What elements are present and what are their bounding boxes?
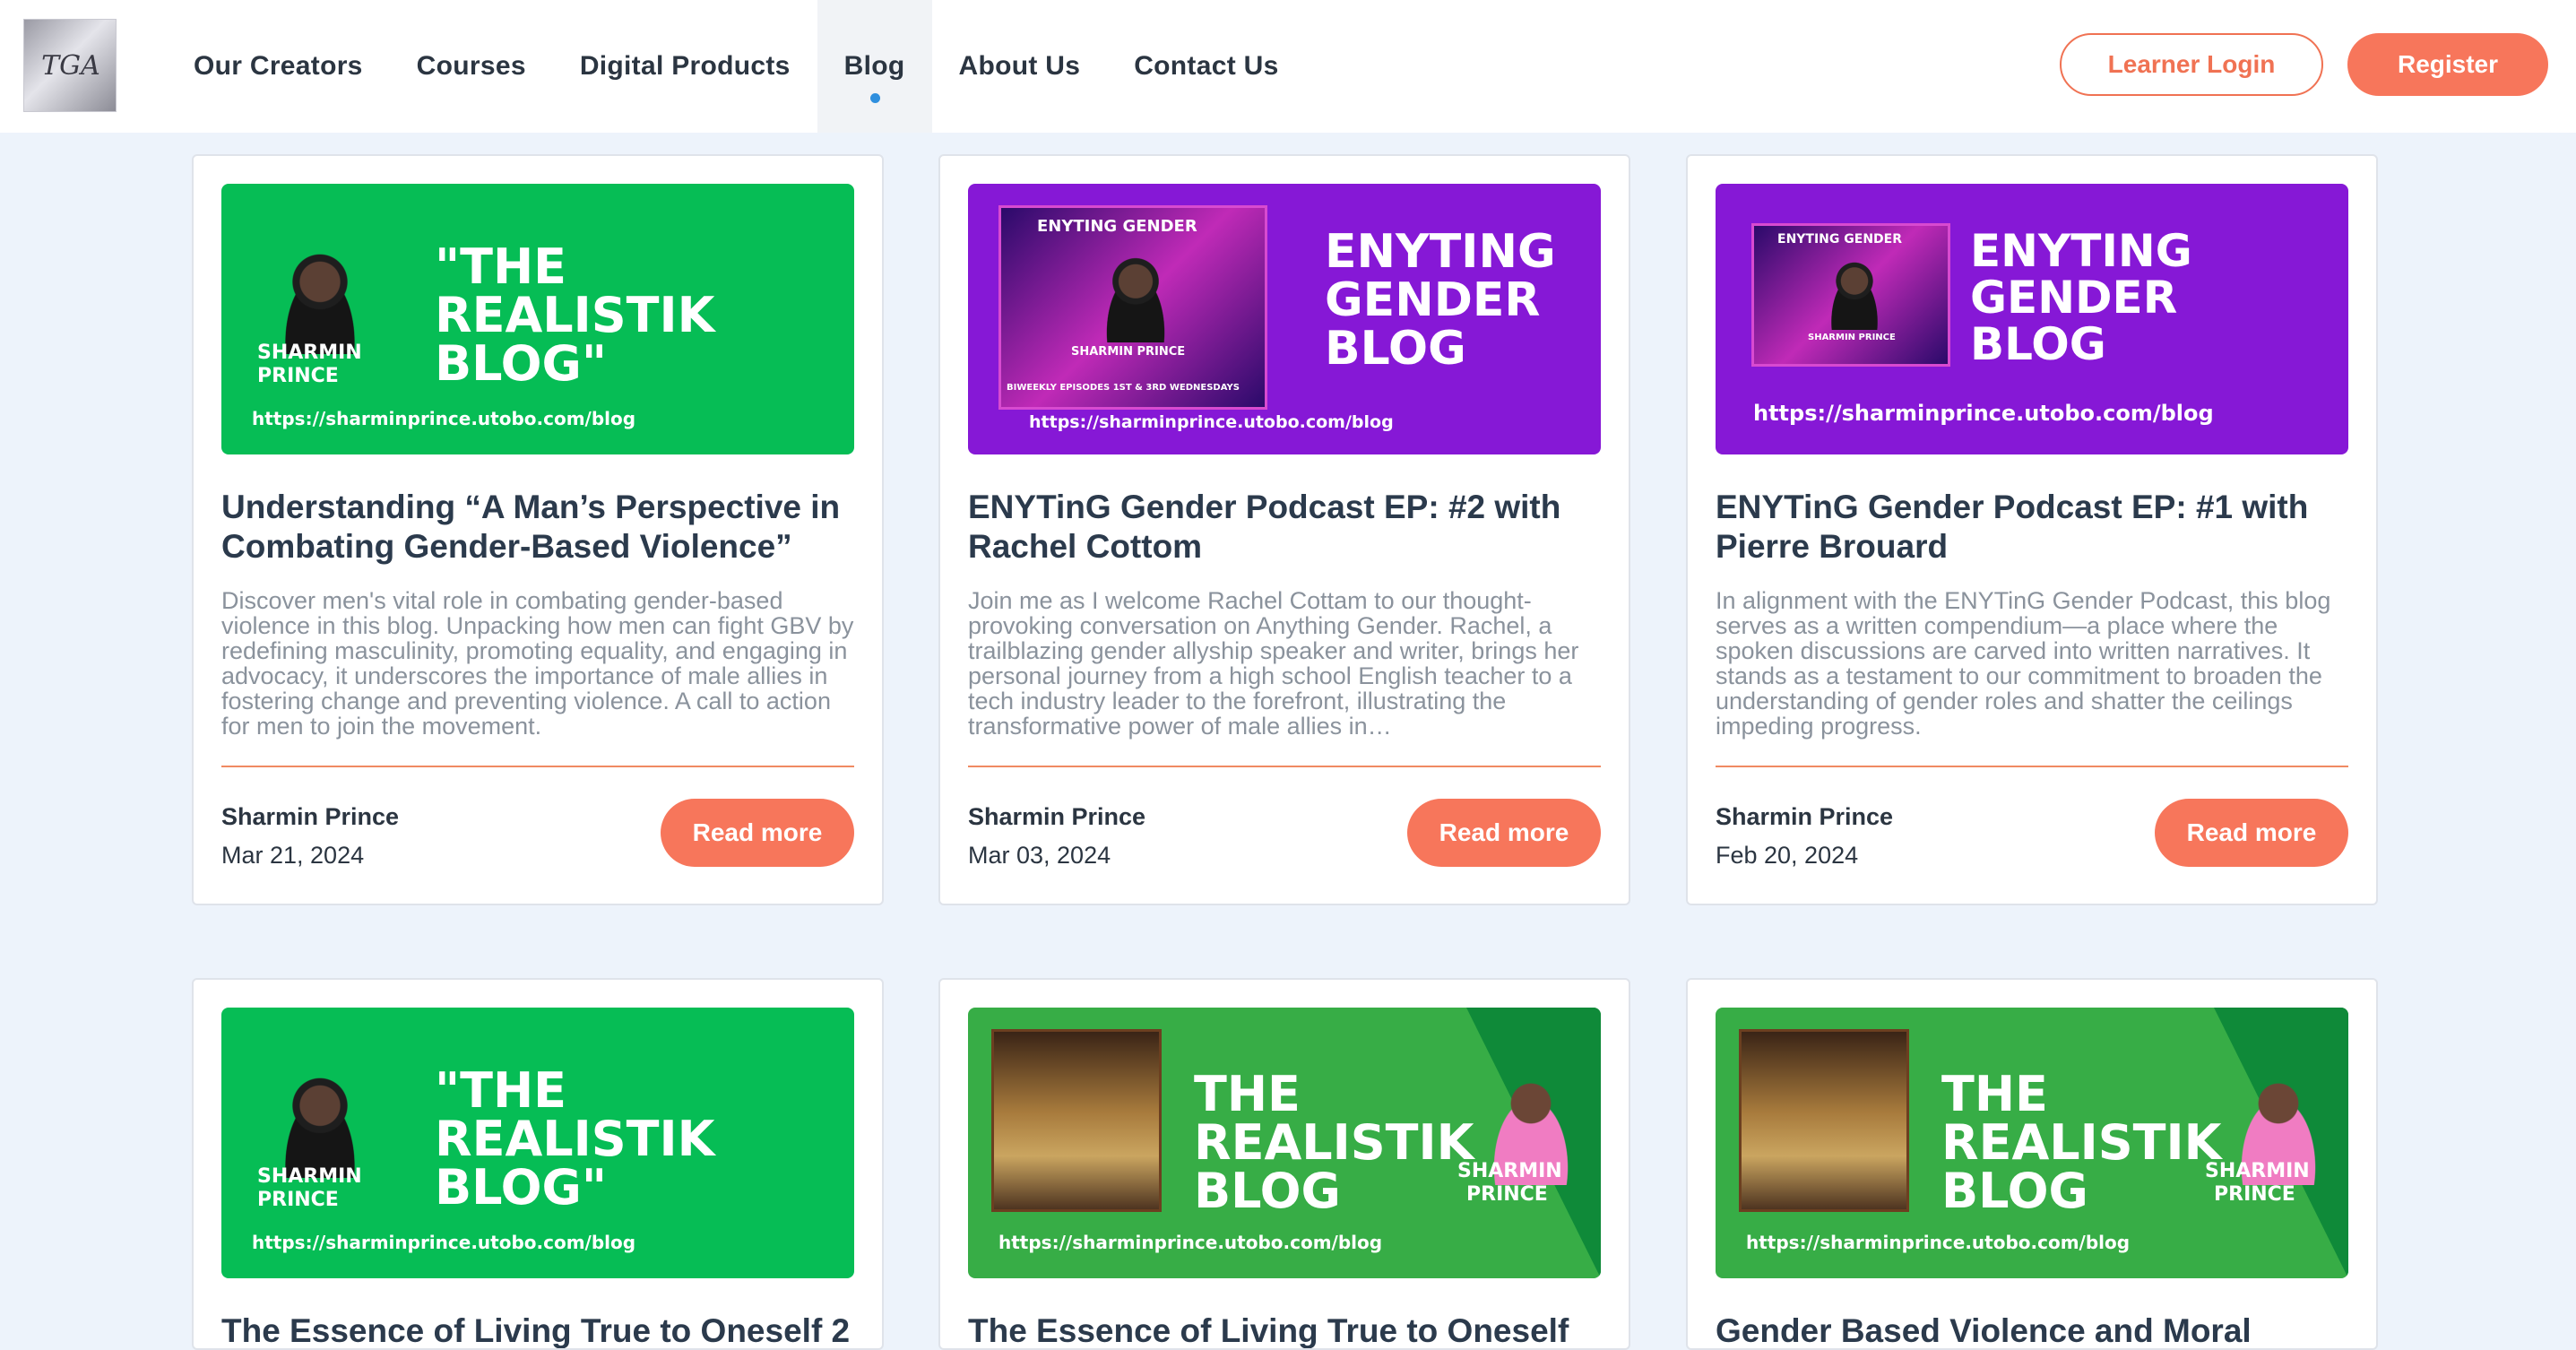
image-headline-line-2: REALISTIK xyxy=(1194,1114,1474,1171)
blog-card-image[interactable]: SHARMIN PRINCE "THE REALISTIK BLOG" http… xyxy=(221,1008,854,1278)
nav-item-contact-us[interactable]: Contact Us xyxy=(1107,0,1305,133)
blog-card-author: Sharmin Prince xyxy=(221,803,400,830)
image-name-line-2: PRINCE xyxy=(257,365,339,387)
blog-card: ENYTING GENDER SHARMIN PRINCE ENYTING GE… xyxy=(1686,154,2378,905)
author-photo xyxy=(266,238,374,354)
image-headline-line-3: BLOG xyxy=(1970,318,2106,370)
image-url: https://sharminprince.utobo.com/blog xyxy=(1746,1232,2131,1253)
image-headline-line-1: "THE xyxy=(435,238,567,295)
image-url: https://sharminprince.utobo.com/blog xyxy=(1753,401,2214,426)
image-name-line-1: SHARMIN xyxy=(257,1165,362,1188)
image-headline-line-3: BLOG xyxy=(1941,1163,2088,1219)
image-url: https://sharminprince.utobo.com/blog xyxy=(1029,412,1394,432)
nav-item-our-creators[interactable]: Our Creators xyxy=(167,0,390,133)
scene-photo xyxy=(991,1029,1162,1212)
author-photo xyxy=(1091,244,1180,342)
read-more-button[interactable]: Read more xyxy=(661,799,854,867)
blog-card-author: Sharmin Prince xyxy=(1716,803,1894,830)
podcast-poster: ENYTING GENDER SHARMIN PRINCE BIWEEKLY E… xyxy=(998,205,1267,410)
main-nav: Our Creators Courses Digital Products Bl… xyxy=(167,0,1306,133)
blog-card-image[interactable]: ENYTING GENDER SHARMIN PRINCE BIWEEKLY E… xyxy=(968,184,1601,454)
site-header: TGA Our Creators Courses Digital Product… xyxy=(0,0,2576,133)
poster-title: ENYTING GENDER xyxy=(1777,232,1902,247)
blog-card-image[interactable]: THE REALISTIK BLOG SHARMIN PRINCE https:… xyxy=(1716,1008,2348,1278)
image-headline-line-1: "THE xyxy=(435,1062,567,1119)
image-name-line-2: PRINCE xyxy=(257,1189,339,1211)
author-photo xyxy=(266,1061,374,1178)
blog-card-title[interactable]: Gender Based Violence and Moral xyxy=(1716,1311,2348,1348)
image-headline-line-1: THE xyxy=(1194,1066,1301,1122)
image-name-line-1: SHARMIN xyxy=(257,342,362,364)
image-headline-line-1: ENYTING xyxy=(1325,225,1556,279)
image-headline-line-1: THE xyxy=(1941,1066,2048,1122)
card-divider xyxy=(1716,766,2348,767)
card-divider xyxy=(221,766,854,767)
logo-monogram: TGA xyxy=(41,50,100,82)
read-more-button[interactable]: Read more xyxy=(1407,799,1601,867)
podcast-poster: ENYTING GENDER SHARMIN PRINCE xyxy=(1751,223,1950,367)
learner-login-button[interactable]: Learner Login xyxy=(2060,33,2323,96)
blog-card-date: Mar 21, 2024 xyxy=(221,842,365,869)
blog-card-date: Feb 20, 2024 xyxy=(1716,842,1859,869)
register-button[interactable]: Register xyxy=(2347,33,2548,96)
image-headline-line-3: BLOG xyxy=(1194,1163,1341,1219)
image-name-line-2: PRINCE xyxy=(1466,1183,1548,1206)
blog-card: THE REALISTIK BLOG SHARMIN PRINCE https:… xyxy=(938,978,1630,1350)
author-photo xyxy=(1819,251,1890,330)
blog-card: SHARMIN PRINCE "THE REALISTIK BLOG" http… xyxy=(192,978,884,1350)
blog-card-title[interactable]: ENYTinG Gender Podcast EP: #1 with Pierr… xyxy=(1716,488,2348,567)
blog-card: ENYTING GENDER SHARMIN PRINCE BIWEEKLY E… xyxy=(938,154,1630,905)
image-url: https://sharminprince.utobo.com/blog xyxy=(998,1232,1383,1253)
poster-title: ENYTING GENDER xyxy=(1037,217,1197,236)
image-headline-line-3: BLOG xyxy=(1325,322,1466,376)
image-headline-line-2: GENDER xyxy=(1325,273,1541,327)
image-url: https://sharminprince.utobo.com/blog xyxy=(252,408,636,429)
blog-card-date: Mar 03, 2024 xyxy=(968,842,1111,869)
blog-card-excerpt: In alignment with the ENYTinG Gender Pod… xyxy=(1716,588,2331,740)
image-name-line-1: SHARMIN xyxy=(2205,1160,2310,1182)
image-headline-line-3: BLOG" xyxy=(435,335,608,392)
card-divider xyxy=(968,766,1601,767)
image-name-line-2: PRINCE xyxy=(2214,1183,2295,1206)
nav-item-about-us[interactable]: About Us xyxy=(932,0,1108,133)
image-headline-line-3: BLOG" xyxy=(435,1159,608,1216)
blog-card-title[interactable]: The Essence of Living True to Oneself xyxy=(968,1311,1601,1348)
blog-card-excerpt: Join me as I welcome Rachel Cottam to ou… xyxy=(968,588,1579,740)
image-headline-line-1: ENYTING xyxy=(1970,225,2192,277)
poster-subtitle: SHARMIN PRINCE xyxy=(1071,345,1186,359)
blog-card-title[interactable]: Understanding “A Man’s Perspective in Co… xyxy=(221,488,854,567)
active-indicator-dot xyxy=(869,93,880,103)
scene-photo xyxy=(1739,1029,1909,1212)
blog-card-title[interactable]: The Essence of Living True to Oneself 2 xyxy=(221,1311,854,1348)
blog-card-image[interactable]: ENYTING GENDER SHARMIN PRINCE ENYTING GE… xyxy=(1716,184,2348,454)
poster-subtitle: SHARMIN PRINCE xyxy=(1808,333,1896,342)
blog-card-title[interactable]: ENYTinG Gender Podcast EP: #2 with Rache… xyxy=(968,488,1601,567)
read-more-button[interactable]: Read more xyxy=(2155,799,2348,867)
image-url: https://sharminprince.utobo.com/blog xyxy=(252,1232,636,1253)
site-logo[interactable]: TGA xyxy=(23,19,117,112)
blog-card-author: Sharmin Prince xyxy=(968,803,1146,830)
nav-item-courses[interactable]: Courses xyxy=(390,0,553,133)
nav-item-blog-label: Blog xyxy=(843,51,905,81)
poster-note: BIWEEKLY EPISODES 1ST & 3RD WEDNESDAYS xyxy=(1007,383,1240,393)
blog-card: SHARMIN PRINCE "THE REALISTIK BLOG" http… xyxy=(192,154,884,905)
image-headline-line-2: GENDER xyxy=(1970,272,2178,324)
blog-card-image[interactable]: SHARMIN PRINCE "THE REALISTIK BLOG" http… xyxy=(221,184,854,454)
blog-card-excerpt: Discover men's vital role in combating g… xyxy=(221,588,854,740)
nav-item-digital-products[interactable]: Digital Products xyxy=(553,0,817,133)
image-name-line-1: SHARMIN xyxy=(1457,1160,1562,1182)
blog-card-image[interactable]: THE REALISTIK BLOG SHARMIN PRINCE https:… xyxy=(968,1008,1601,1278)
blog-card: THE REALISTIK BLOG SHARMIN PRINCE https:… xyxy=(1686,978,2378,1350)
image-headline-line-2: REALISTIK xyxy=(435,1111,715,1167)
nav-item-blog[interactable]: Blog xyxy=(817,0,932,133)
image-headline-line-2: REALISTIK xyxy=(435,287,715,343)
image-headline-line-2: REALISTIK xyxy=(1941,1114,2222,1171)
